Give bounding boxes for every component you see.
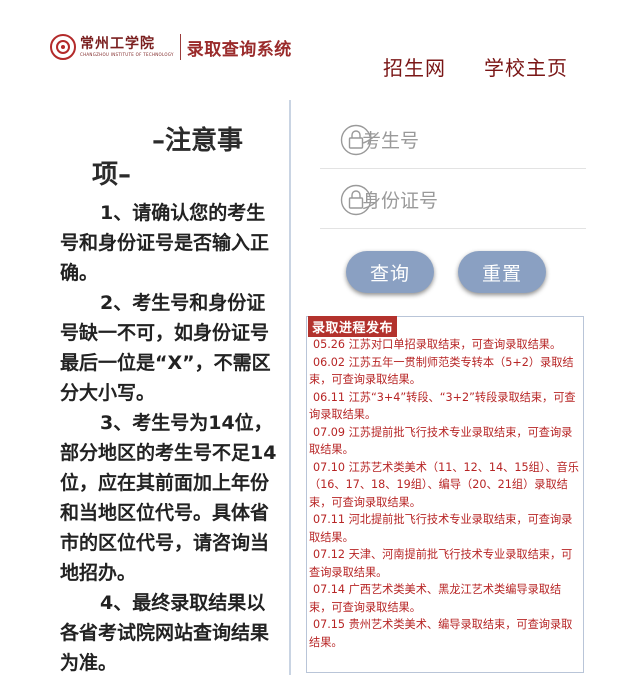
list-item: 07.15 贵州艺术类美术、编导录取结束，可查询录取结果。 [309, 618, 573, 649]
school-name-en: CHANGZHOU INSTITUTE OF TECHNOLOGY [80, 52, 174, 57]
school-name: 常州工学院 [80, 36, 155, 52]
notice-body: 1、请确认您的考生号和身份证号是否输入正确。 2、考生号和身份证号缺一不可，如身… [60, 198, 278, 678]
news-list: 05.26 江苏对口单招录取结束，可查询录取结果。 06.02 江苏五年一贯制师… [309, 336, 581, 651]
list-item: 07.14 广西艺术类美术、黑龙江艺术类编导录取结束，可查询录取结果。 [309, 583, 562, 614]
exam-no-field [320, 112, 586, 169]
id-no-input[interactable] [360, 182, 584, 220]
system-name: 录取查询系统 [186, 39, 292, 60]
top-nav: 招生网 学校主页 [383, 52, 568, 81]
notice-item-3: 3、考生号为14位，部分地区的考生号不足14位，应在其前面加上年份和当地区位代号… [60, 412, 277, 584]
notice-title-line1: –注意事 [152, 126, 244, 156]
school-wordmark: 常州工学院 CHANGZHOU INSTITUTE OF TECHNOLOGY [80, 36, 174, 58]
list-item: 07.12 天津、河南提前批飞行技术专业录取结束，可查询录取结果。 [309, 548, 573, 579]
query-button[interactable]: 查询 [346, 251, 434, 293]
notice-item-1: 1、请确认您的考生号和身份证号是否输入正确。 [60, 202, 270, 284]
list-item: 07.10 江苏艺术类美术（11、12、14、15组）、音乐（16、17、18、… [309, 460, 579, 509]
nav-link-admissions[interactable]: 招生网 [383, 52, 446, 81]
id-no-field [320, 172, 586, 229]
logo-divider [179, 34, 181, 60]
list-item: 06.02 江苏五年一贯制师范类专转本（5+2）录取结束，可查询录取结果。 [309, 355, 574, 387]
list-item: 06.11 江苏“3+4”转段、“3+2”转段录取结束，可查询录取结果。 [309, 390, 576, 422]
notice-title-line2: 项– [92, 160, 132, 190]
site-logo[interactable]: 常州工学院 CHANGZHOU INSTITUTE OF TECHNOLOGY … [50, 33, 292, 61]
nav-link-homepage[interactable]: 学校主页 [484, 52, 568, 81]
school-seal-icon [50, 34, 76, 60]
list-item: 07.11 河北提前批飞行技术专业录取结束，可查询录取结果。 [309, 513, 573, 544]
list-item: 05.26 江苏对口单招录取结束，可查询录取结果。 [313, 338, 562, 351]
admission-news-panel: 录取进程发布 05.26 江苏对口单招录取结束，可查询录取结果。 06.02 江… [306, 316, 584, 673]
news-heading: 录取进程发布 [308, 316, 398, 337]
notice-item-4: 4、最终录取结果以各省考试院网站查询结果为准。 [60, 592, 270, 674]
notice-panel: –注意事 项– 1、请确认您的考生号和身份证号是否输入正确。 2、考生号和身份证… [60, 124, 278, 678]
notice-title: –注意事 项– [60, 124, 278, 192]
exam-no-input[interactable] [360, 122, 584, 160]
vertical-divider [289, 100, 291, 675]
list-item: 07.09 江苏提前批飞行技术专业录取结束，可查询录取结果。 [309, 425, 573, 457]
reset-button[interactable]: 重置 [458, 251, 546, 293]
notice-item-2: 2、考生号和身份证号缺一不可，如身份证号最后一位是“X”，不需区分大小写。 [60, 292, 271, 404]
